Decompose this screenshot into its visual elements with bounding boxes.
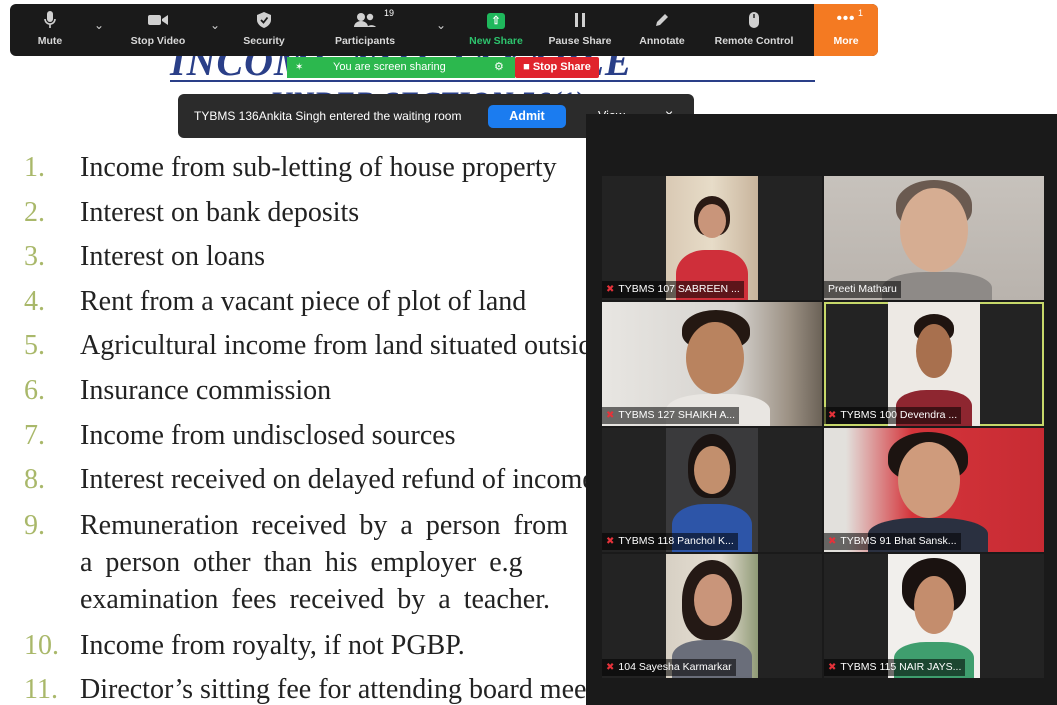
participant-tile[interactable]: ✖ TYBMS 118 Panchol K... — [602, 428, 822, 552]
more-badge: 1 — [858, 8, 864, 18]
list-item: 9. Remuneration received by a person from… — [24, 509, 568, 615]
muted-mic-icon: ✖ — [606, 410, 615, 421]
admit-button[interactable]: Admit — [488, 105, 566, 128]
more-dots-icon: ••• — [836, 10, 856, 27]
remote-control-button[interactable]: Remote Control — [706, 4, 802, 56]
participant-name: ✖ TYBMS 115 NAIR JAYS... — [824, 659, 966, 676]
participant-name: ✖ TYBMS 127 SHAIKH A... — [602, 407, 740, 424]
title-underline — [170, 80, 815, 82]
participant-name: ✖ TYBMS 100 Devendra ... — [824, 407, 962, 424]
participant-tile[interactable]: ✖ 104 Sayesha Karmarkar — [602, 554, 822, 678]
participants-count: 19 — [384, 8, 395, 18]
pin-icon: ⚙ — [494, 61, 504, 73]
muted-mic-icon: ✖ — [606, 284, 615, 295]
muted-mic-icon: ✖ — [606, 536, 615, 547]
microphone-icon — [24, 4, 76, 34]
chevron-down-icon[interactable]: ⌄ — [436, 18, 446, 32]
participant-name: ✖ 104 Sayesha Karmarkar — [602, 659, 736, 676]
more-button[interactable]: ••• 1 More — [814, 4, 878, 56]
participant-name: ✖ TYBMS 118 Panchol K... — [602, 533, 738, 550]
muted-mic-icon: ✖ — [828, 536, 837, 547]
shield-icon — [236, 4, 292, 34]
stop-video-button[interactable]: Stop Video — [122, 4, 194, 56]
participant-tile[interactable]: ✖ TYBMS 115 NAIR JAYS... — [824, 554, 1044, 678]
mute-button[interactable]: Mute — [24, 4, 76, 56]
participant-tile[interactable]: ✖ TYBMS 107 SABREEN ... — [602, 176, 822, 300]
participant-tile-active-speaker[interactable]: ✖ TYBMS 100 Devendra ... — [824, 302, 1044, 426]
participant-tile[interactable]: ✖ TYBMS 91 Bhat Sansk... — [824, 428, 1044, 552]
share-screen-icon: ⇧ — [464, 4, 528, 34]
participant-name: Preeti Matharu — [824, 281, 901, 298]
screen-sharing-bar: ✶ You are screen sharing ⚙ ■ Stop Share — [287, 57, 605, 78]
muted-mic-icon: ✖ — [606, 662, 615, 673]
participant-name: ✖ TYBMS 107 SABREEN ... — [602, 281, 744, 298]
muted-mic-icon: ✖ — [828, 662, 837, 673]
sharing-indicator-icon: ✶ — [295, 62, 304, 73]
video-camera-icon — [122, 4, 194, 34]
pencil-icon — [632, 4, 692, 34]
security-button[interactable]: Security — [236, 4, 292, 56]
notification-message: TYBMS 136Ankita Singh entered the waitin… — [194, 109, 462, 123]
sharing-status[interactable]: ✶ You are screen sharing ⚙ — [287, 57, 515, 78]
participant-name: ✖ TYBMS 91 Bhat Sansk... — [824, 533, 961, 550]
stop-square-icon: ■ — [523, 61, 530, 73]
annotate-button[interactable]: Annotate — [632, 4, 692, 56]
muted-mic-icon: ✖ — [828, 410, 837, 421]
participants-button[interactable]: 19 Participants — [328, 4, 402, 56]
chevron-down-icon[interactable]: ⌄ — [94, 18, 104, 32]
pause-icon — [546, 4, 614, 34]
participant-tile[interactable]: Preeti Matharu — [824, 176, 1044, 300]
gallery-view: ✖ TYBMS 107 SABREEN ... Preeti Matharu ✖ T… — [586, 114, 1057, 705]
chevron-down-icon[interactable]: ⌄ — [210, 18, 220, 32]
new-share-button[interactable]: ⇧ New Share — [464, 4, 528, 56]
participant-tile[interactable]: ✖ TYBMS 127 SHAIKH A... — [602, 302, 822, 426]
pause-share-button[interactable]: Pause Share — [546, 4, 614, 56]
mouse-icon — [706, 4, 802, 34]
stop-share-button[interactable]: ■ Stop Share — [515, 57, 599, 78]
meeting-toolbar: Mute ⌄ Stop Video ⌄ Security 19 Particip… — [10, 4, 878, 56]
